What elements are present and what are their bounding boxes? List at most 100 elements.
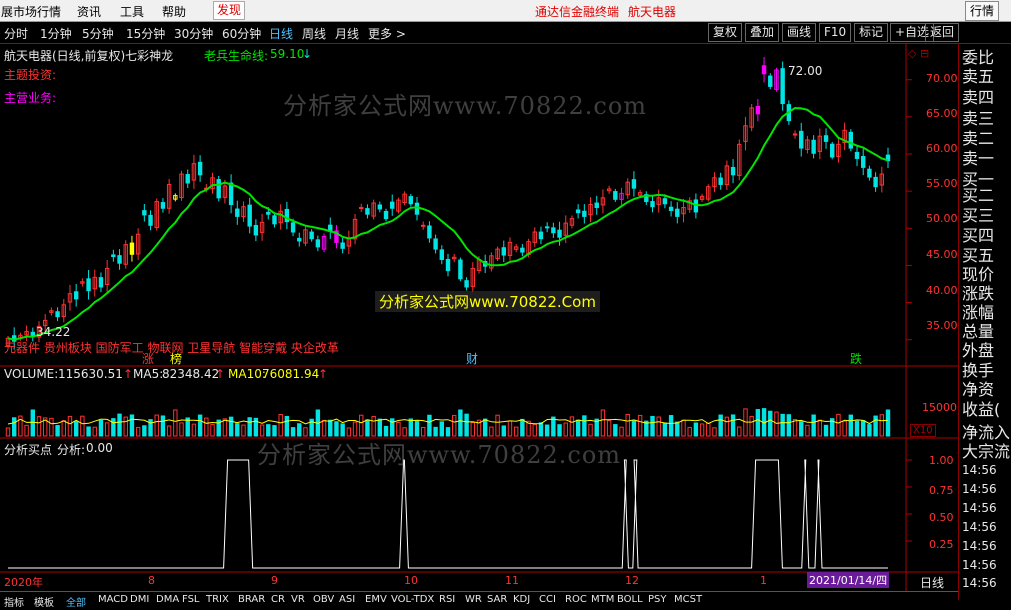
period-weekly[interactable]: 周线: [302, 25, 326, 42]
tab-dma[interactable]: DMA: [156, 594, 179, 605]
tab-vol-tdx[interactable]: VOL-TDX: [391, 594, 434, 605]
chart-canvas[interactable]: [0, 44, 958, 591]
x-axis-label: 10: [404, 574, 418, 587]
tab-fsl[interactable]: FSL: [182, 594, 200, 605]
candle-body: [799, 130, 804, 149]
f10-button[interactable]: F10: [819, 23, 852, 42]
volume-bar: [86, 426, 91, 437]
marker-finance[interactable]: 财: [466, 350, 478, 367]
volume-bar: [5, 427, 11, 437]
tab-cci[interactable]: CCI: [539, 594, 556, 605]
candle-body: [668, 206, 674, 211]
adjust-button[interactable]: 复权: [708, 23, 743, 42]
mark-button[interactable]: 标记: [854, 23, 889, 42]
cursor-date-label: 2021/01/14/四: [807, 572, 890, 588]
volume-bar: [650, 415, 655, 437]
tab-trix[interactable]: TRIX: [206, 594, 229, 605]
tab-obv[interactable]: OBV: [313, 594, 334, 605]
x-axis-label: 8: [148, 574, 155, 587]
period-60min[interactable]: 60分钟: [222, 25, 261, 42]
candle-body: [730, 166, 736, 176]
volume-bar: [755, 409, 761, 437]
period-more[interactable]: 更多 >: [368, 25, 406, 42]
tab-cr[interactable]: CR: [271, 594, 285, 605]
volume-bar: [885, 409, 891, 437]
volume-bar: [575, 419, 581, 437]
rp-net-inflow: 净流入: [962, 424, 1011, 442]
tab-boll[interactable]: BOLL: [617, 594, 643, 605]
tab-all[interactable]: 全部: [66, 594, 86, 609]
volume-bar: [278, 413, 283, 437]
menu-market[interactable]: 展市场行情: [1, 3, 61, 20]
tab-vr[interactable]: VR: [291, 594, 305, 605]
volume-bar: [414, 420, 420, 437]
overlay-button[interactable]: 叠加: [745, 23, 780, 42]
volume-bar: [768, 410, 773, 437]
tab-wr[interactable]: WR: [465, 594, 482, 605]
period-intraday[interactable]: 分时: [4, 25, 28, 42]
volume-bar: [836, 413, 841, 437]
price-tick: 40.00: [926, 284, 958, 297]
period-1min[interactable]: 1分钟: [40, 25, 72, 42]
watermark-top: 分析家公式网www.70822.com: [283, 92, 648, 120]
ma10-label: MA10:: [228, 367, 266, 381]
candle-body: [129, 242, 135, 255]
panel-toggle-icon[interactable]: ◇ ⊟: [908, 47, 929, 60]
ma-down-arrow-icon: ↓: [302, 47, 313, 61]
menu-tools[interactable]: 工具: [120, 3, 144, 20]
candle-body: [142, 210, 147, 216]
tab-asi[interactable]: ASI: [339, 594, 355, 605]
rp-ask4: 卖四: [962, 89, 995, 107]
tab-roc[interactable]: ROC: [565, 594, 587, 605]
menu-news[interactable]: 资讯: [77, 3, 101, 20]
rp-block-trade: 大宗流: [962, 443, 1011, 461]
tab-brar[interactable]: BRAR: [238, 594, 265, 605]
tab-templates[interactable]: 模板: [34, 594, 54, 609]
volume-bar: [111, 418, 116, 437]
watermark-bottom: 分析家公式网www.70822.com: [257, 441, 622, 469]
tab-indicators[interactable]: 指标: [4, 594, 24, 609]
volume-label: VOLUME:: [4, 367, 59, 381]
candle-body: [848, 131, 854, 149]
candle-body: [582, 210, 587, 217]
tab-mcst[interactable]: MCST: [674, 594, 702, 605]
candle-body: [650, 201, 655, 208]
tab-macd[interactable]: MACD: [98, 594, 128, 605]
candle-body: [854, 151, 860, 159]
tab-psy[interactable]: PSY: [648, 594, 667, 605]
tab-mtm[interactable]: MTM: [591, 594, 614, 605]
volume-bar: [569, 416, 575, 437]
watermark-center: 分析家公式网www.70822.Com: [375, 291, 600, 312]
volume-bar: [854, 420, 860, 437]
period-30min[interactable]: 30分钟: [174, 25, 213, 42]
price-tick: 50.00: [926, 212, 958, 225]
volume-multiplier: X10: [910, 424, 936, 437]
volume-bar: [792, 418, 798, 437]
tab-rsi[interactable]: RSI: [439, 594, 455, 605]
marker-limit-down[interactable]: 跌: [850, 350, 862, 367]
period-5min[interactable]: 5分钟: [82, 25, 114, 42]
back-button[interactable]: 返回: [925, 23, 960, 42]
draw-button[interactable]: 画线: [782, 23, 817, 42]
tab-emv[interactable]: EMV: [365, 594, 387, 605]
candle-body: [873, 176, 878, 188]
period-monthly[interactable]: 月线: [335, 25, 359, 42]
candle-body: [433, 238, 438, 250]
tab-kdj[interactable]: KDJ: [513, 594, 530, 605]
period-15min[interactable]: 15分钟: [126, 25, 165, 42]
marker-ranking[interactable]: 榜: [170, 350, 182, 367]
tab-sar[interactable]: SAR: [487, 594, 507, 605]
volume-bar: [352, 421, 358, 437]
marker-limit-up[interactable]: 涨: [142, 350, 154, 367]
volume-bar: [284, 415, 290, 437]
quote-button[interactable]: 行情: [964, 1, 999, 21]
menu-discover[interactable]: 发现: [213, 1, 246, 20]
rp-bid4: 买四: [962, 227, 995, 245]
volume-up-arrow-icon: ↑: [123, 367, 134, 381]
candle-body: [365, 208, 370, 215]
tab-dmi[interactable]: DMI: [130, 594, 149, 605]
period-daily[interactable]: 日线: [269, 25, 293, 42]
price-tick: 65.00: [926, 107, 958, 120]
menu-help[interactable]: 帮助: [162, 3, 186, 20]
candle-body: [811, 139, 816, 154]
